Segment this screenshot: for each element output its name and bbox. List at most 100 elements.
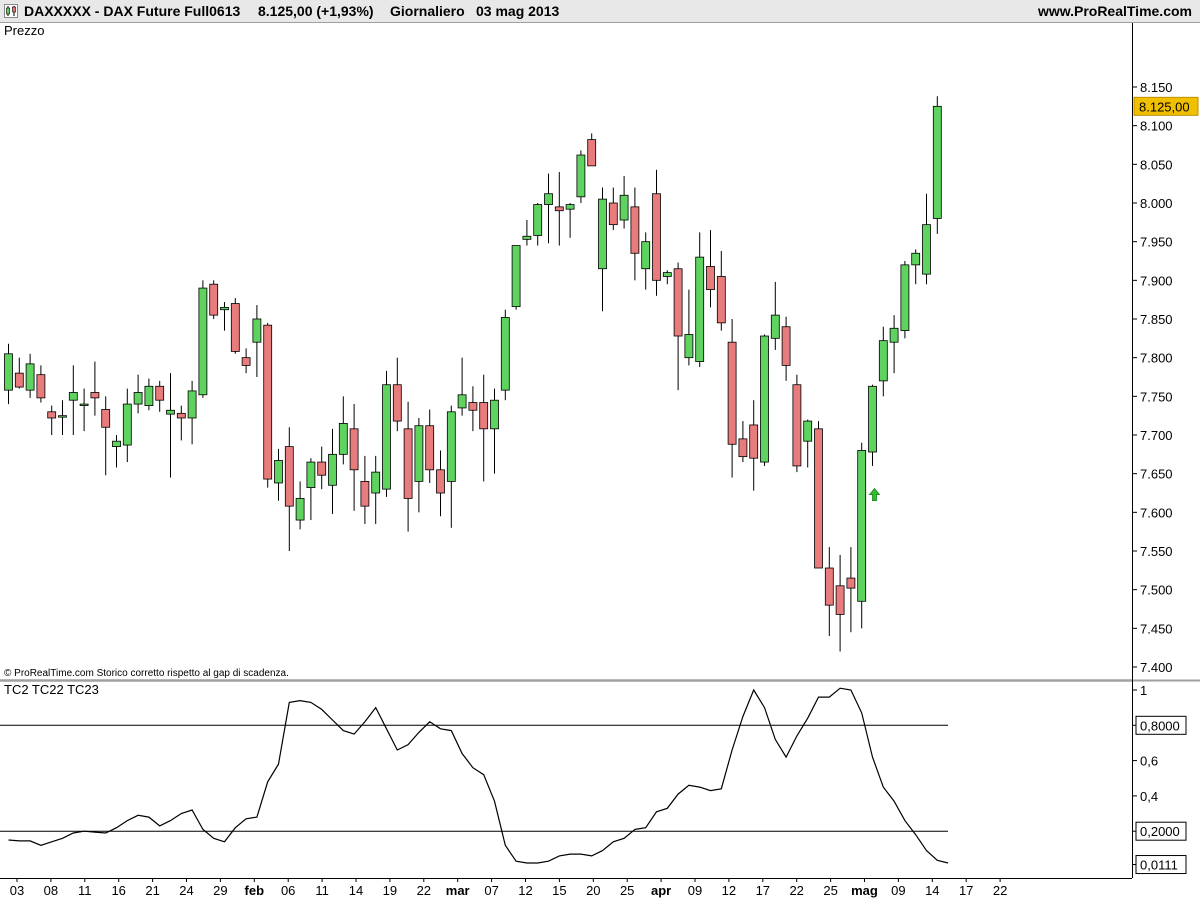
candle-body: [220, 306, 229, 311]
x-tick-label: 25: [620, 883, 634, 898]
x-tick-label: 09: [891, 883, 905, 898]
candle-body: [868, 385, 877, 453]
candle-body: [770, 314, 780, 339]
price-pane-title: Prezzo: [4, 23, 44, 38]
candle-body: [878, 340, 888, 382]
x-tick-label: 15: [552, 883, 566, 898]
candle-body: [587, 139, 597, 167]
x-tick-label: 12: [722, 883, 736, 898]
candle-body: [47, 411, 57, 419]
price-y-tick-label: 8.100: [1140, 119, 1173, 134]
price-y-tick-label: 7.700: [1140, 428, 1173, 443]
price-y-tick-label: 7.900: [1140, 273, 1173, 288]
candle-body: [932, 105, 942, 219]
x-tick-label: mar: [446, 883, 470, 898]
x-tick-label: 08: [44, 883, 58, 898]
price-y-tick-label: 7.800: [1140, 351, 1173, 366]
price-y-tick-label: 7.950: [1140, 235, 1173, 250]
x-tick-label: feb: [245, 883, 265, 898]
candle-body: [781, 326, 791, 366]
price-y-tick-label: 7.400: [1140, 660, 1173, 675]
candle-body: [274, 460, 283, 484]
price-y-tick-label: 7.750: [1140, 389, 1173, 404]
candle-body: [306, 461, 316, 488]
last-price-marker: 8.125,00: [1133, 96, 1199, 116]
x-tick-label: 22: [993, 883, 1007, 898]
candle-body: [479, 402, 489, 430]
candle-body: [252, 318, 262, 343]
candle-body: [133, 392, 143, 405]
indicator-y-tick-label: 1: [1140, 683, 1147, 698]
candle-body: [490, 399, 499, 430]
price-y-tick-label: 8.050: [1140, 157, 1173, 172]
x-tick-label: 20: [586, 883, 600, 898]
candle-body: [814, 428, 823, 569]
x-tick-label: 11: [315, 883, 329, 898]
candle-body: [522, 235, 532, 240]
candle-body: [36, 374, 46, 399]
price-y-tick-label: 7.450: [1140, 621, 1173, 636]
x-tick-label: 14: [349, 883, 363, 898]
price-y-tick-label: 7.600: [1140, 505, 1173, 520]
price-y-tick-label: 7.850: [1140, 312, 1173, 327]
candle-body: [803, 420, 813, 442]
x-tick-label: mag: [851, 883, 878, 898]
indicator-y-tick-label: 0,0111: [1140, 858, 1178, 873]
candle-body: [911, 252, 921, 266]
candle: [209, 280, 219, 319]
candle-body: [727, 341, 737, 445]
candle-body: [716, 276, 726, 324]
indicator-y-tick-label: 0,8000: [1140, 718, 1180, 733]
candle-body: [425, 425, 435, 471]
candle: [511, 245, 521, 310]
candle-body: [25, 363, 35, 391]
x-tick-label: 16: [111, 883, 125, 898]
candle-body: [889, 327, 899, 343]
candle-body: [641, 241, 651, 270]
candle-body: [198, 287, 208, 396]
x-tick-label: 22: [417, 883, 431, 898]
x-tick-label: 17: [959, 883, 973, 898]
candle-body: [857, 450, 867, 602]
indicator-y-tick-label: 0,4: [1140, 789, 1158, 804]
candle: [932, 96, 942, 234]
candle-body: [295, 498, 305, 521]
candle-body: [414, 425, 424, 482]
candle-body: [112, 440, 121, 448]
candle-body: [846, 577, 856, 589]
x-tick-label: 22: [789, 883, 803, 898]
candle: [576, 150, 586, 203]
candle-body: [176, 412, 186, 419]
price-y-tick-label: 7.650: [1140, 467, 1173, 482]
candle-body: [328, 453, 337, 486]
candle-body: [209, 283, 219, 316]
candle-body: [760, 335, 769, 463]
candle-body: [436, 469, 445, 494]
indicator-pane-title: TC2 TC22 TC23: [4, 682, 99, 697]
price-pane-footnote: © ProRealTime.com Storico corretto rispe…: [4, 668, 289, 679]
candle-body: [284, 446, 294, 507]
candle-body: [922, 224, 931, 275]
candle-body: [792, 384, 802, 467]
indicator-plot-area: [0, 682, 1132, 878]
x-tick-label: 11: [78, 883, 92, 898]
candle-body: [608, 202, 618, 226]
x-tick-label: 12: [518, 883, 532, 898]
candle-body: [468, 402, 478, 411]
x-tick-label: 03: [10, 883, 24, 898]
candle-body: [446, 411, 456, 482]
candle: [857, 442, 867, 629]
candle: [198, 280, 208, 398]
price-y-tick-label: 7.550: [1140, 544, 1173, 559]
candle-body: [619, 194, 629, 221]
candle-body: [187, 390, 197, 419]
candle-body: [392, 384, 402, 422]
candle-body: [241, 357, 251, 366]
candle: [382, 370, 391, 497]
candle-body: [662, 272, 672, 277]
candle-body: [824, 567, 834, 606]
candle-body: [457, 394, 467, 409]
candle-body: [500, 317, 510, 391]
price-plot-area: [0, 23, 1132, 679]
candle-body: [706, 266, 715, 291]
